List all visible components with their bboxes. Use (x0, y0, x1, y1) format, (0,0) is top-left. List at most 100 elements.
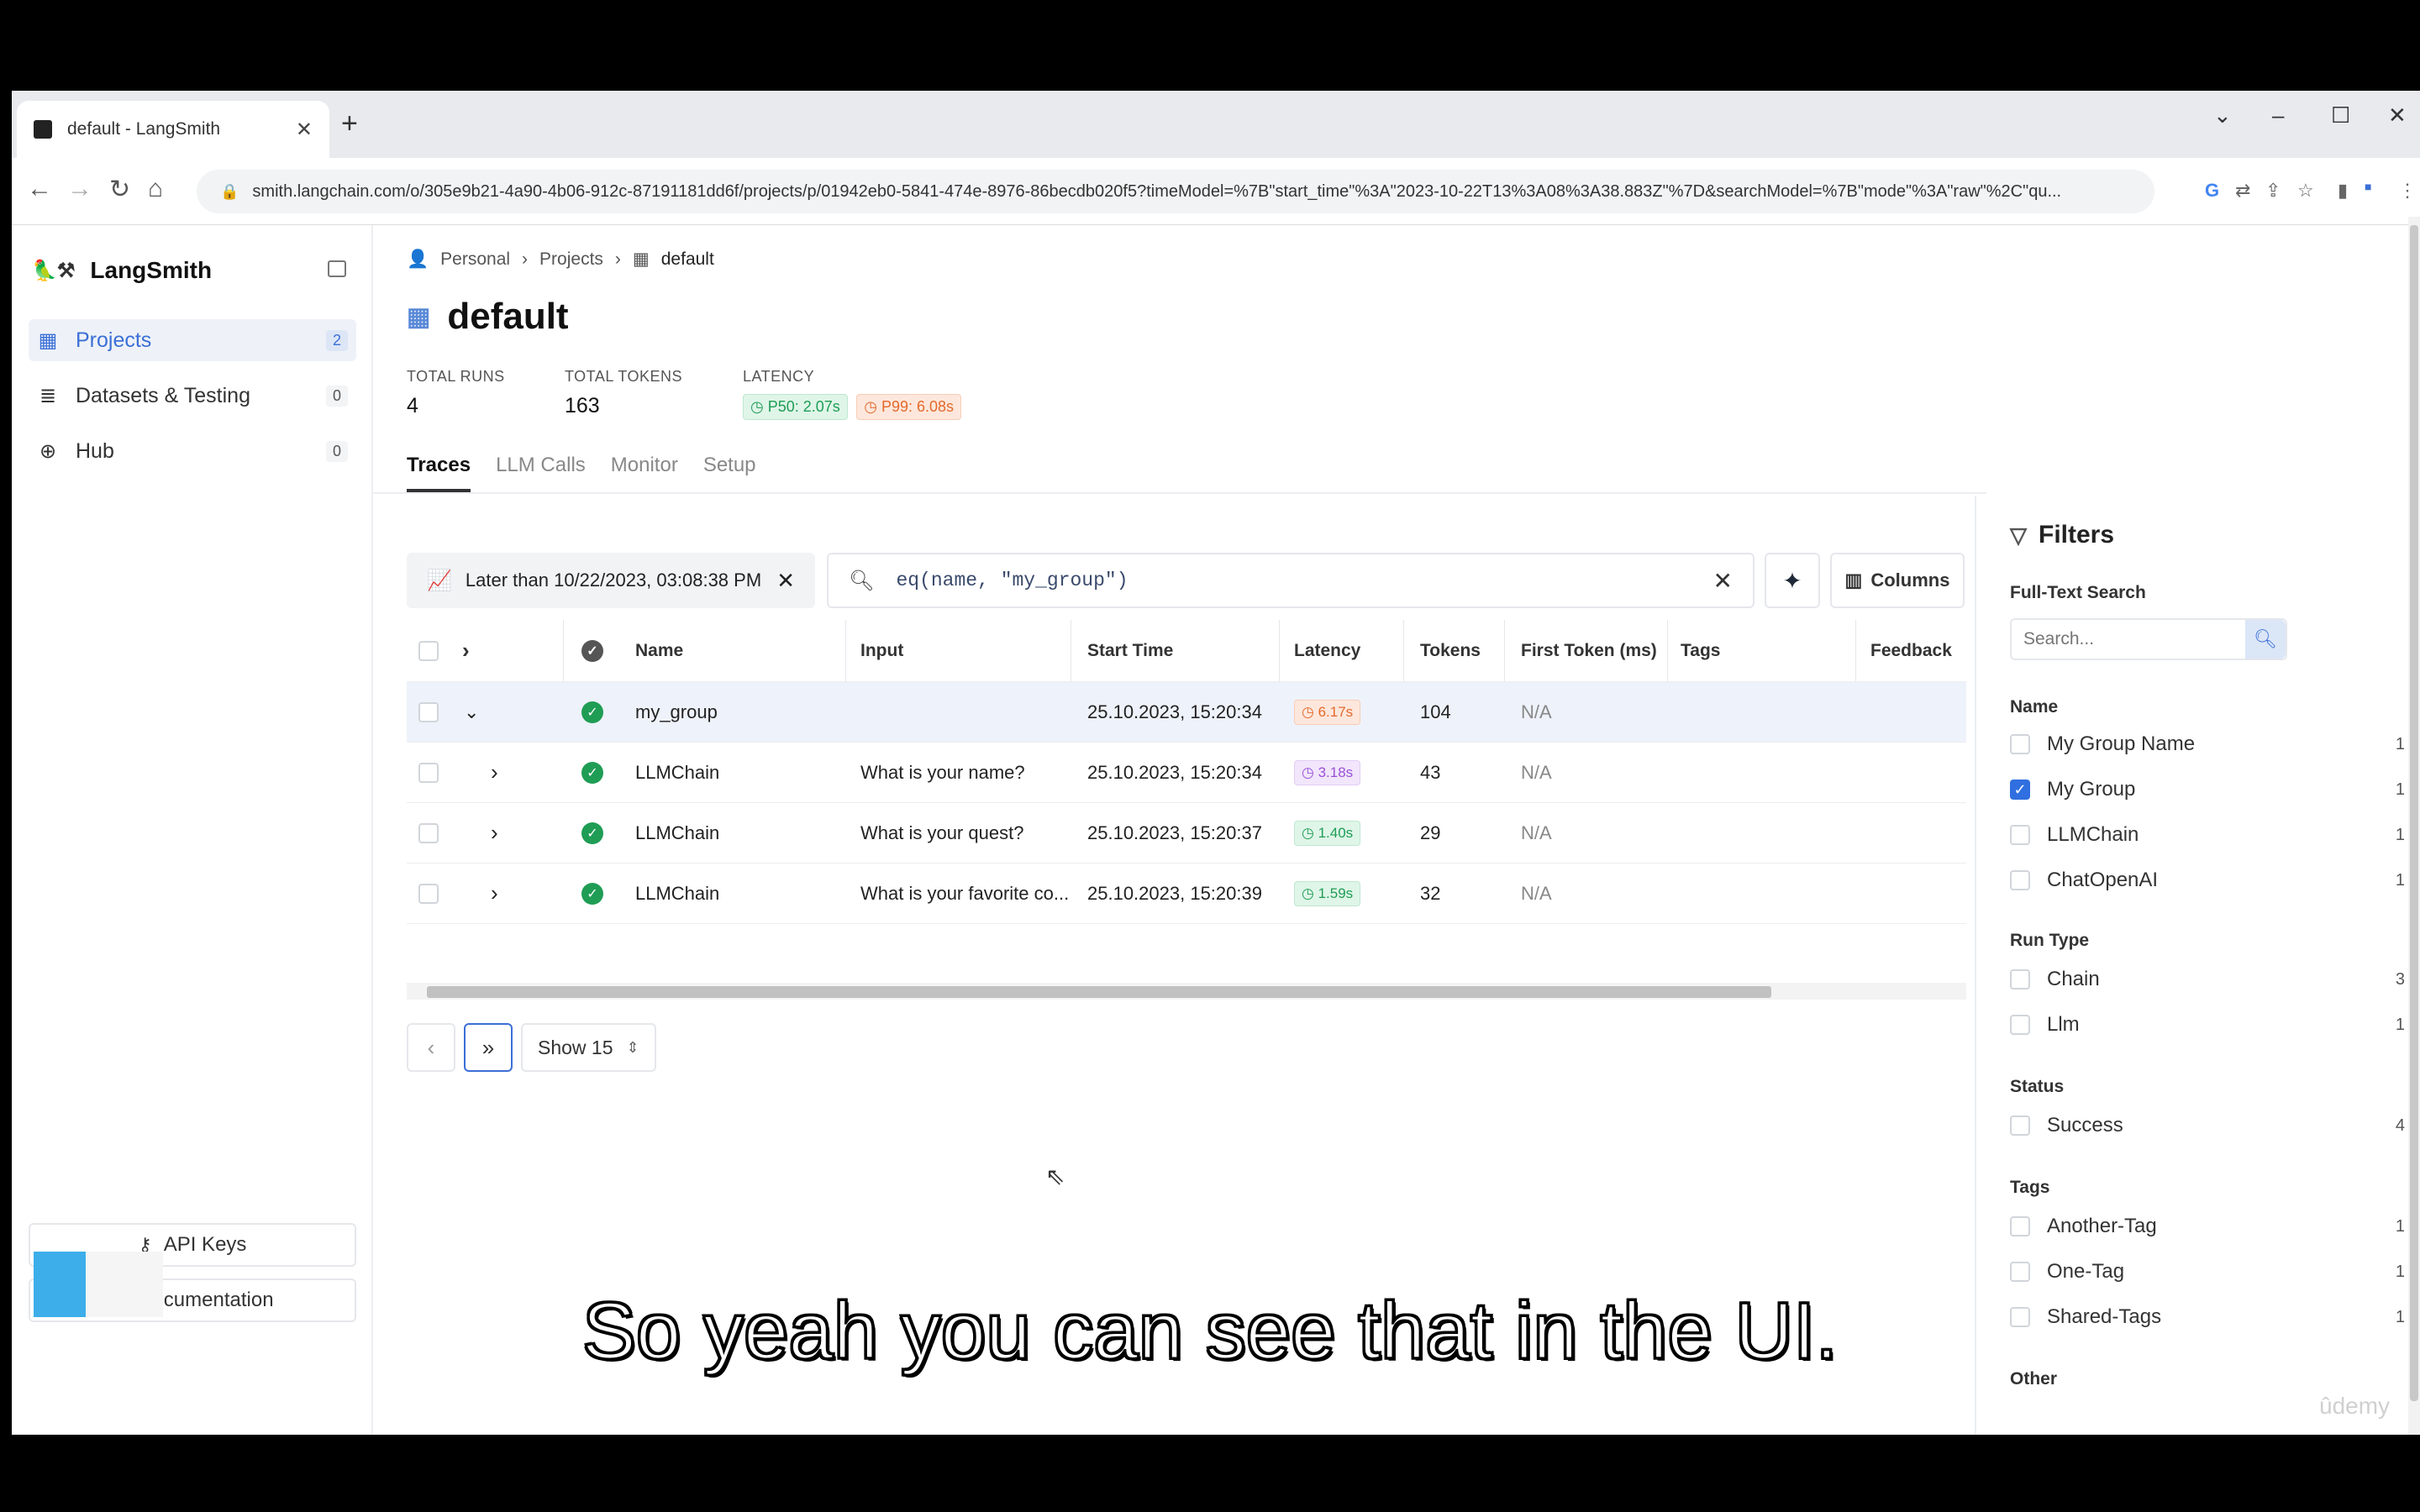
cell-first-token: N/A (1521, 822, 1552, 843)
table-row[interactable]: › ✓ LLMChain What is your favorite co...… (407, 864, 1966, 924)
expand-all-icon[interactable]: › (462, 620, 470, 681)
tab-llm-calls[interactable]: LLM Calls (496, 454, 586, 492)
scrollbar-thumb[interactable] (2410, 225, 2418, 1401)
row-checkbox[interactable] (418, 682, 439, 742)
row-checkbox[interactable] (418, 864, 439, 923)
search-query: eq(name, "my_group") (896, 570, 1128, 591)
filter-checkbox[interactable] (2010, 969, 2030, 990)
filter-checkbox[interactable] (2010, 734, 2030, 754)
side-panel-icon[interactable]: ▮ (2338, 180, 2348, 202)
sidebar-item-hub[interactable]: ⊕ Hub 0 (29, 430, 356, 472)
cell-latency: ◷ 3.18s (1294, 743, 1361, 802)
filter-checkbox-checked[interactable]: ✓ (2010, 780, 2030, 800)
browser-tab[interactable]: default - LangSmith ✕ (17, 101, 329, 158)
tab-setup[interactable]: Setup (703, 454, 756, 492)
last-page-button[interactable]: » (464, 1023, 513, 1072)
project-tabs: Traces LLM Calls Monitor Setup (407, 454, 781, 492)
tab-traces[interactable]: Traces (407, 454, 471, 492)
filter-option-success[interactable]: Success 4 (2010, 1109, 2405, 1142)
column-separator (1279, 620, 1280, 682)
filter-checkbox[interactable] (2010, 1262, 2030, 1282)
filter-checkbox[interactable] (2010, 1216, 2030, 1236)
tab-search-chevron-icon[interactable]: ⌄ (2213, 102, 2232, 129)
filter-option-my-group-name[interactable]: My Group Name 1 (2010, 727, 2405, 761)
header-first-token[interactable]: First Token (ms) (1521, 620, 1657, 681)
filter-checkbox[interactable] (2010, 870, 2030, 890)
search-input[interactable]: 🔍︎ eq(name, "my_group") ✕ (827, 553, 1754, 608)
header-feedback[interactable]: Feedback (1870, 620, 1952, 681)
address-bar[interactable]: 🔒 smith.langchain.com/o/305e9b21-4a90-4b… (197, 170, 2154, 213)
sidebar-item-projects[interactable]: ▦ Projects 2 (29, 319, 356, 361)
filter-checkbox[interactable] (2010, 1015, 2030, 1035)
expand-row-icon[interactable]: › (491, 743, 498, 802)
maximize-icon[interactable]: ☐ (2331, 102, 2350, 129)
extension-icon[interactable]: ■ (2365, 180, 2371, 193)
latency-value: 1.59s (1318, 885, 1354, 901)
tab-monitor[interactable]: Monitor (611, 454, 678, 492)
breadcrumb-projects[interactable]: Projects (539, 249, 603, 270)
filter-option-count: 1 (2395, 1216, 2405, 1236)
page-size-select[interactable]: Show 15 ⇕ (521, 1023, 656, 1072)
table-row[interactable]: › ✓ LLMChain What is your quest? 25.10.2… (407, 803, 1966, 864)
google-icon[interactable]: G (2205, 180, 2219, 202)
filter-option-llmchain[interactable]: LLMChain 1 (2010, 818, 2405, 852)
share-icon[interactable]: ⇪ (2265, 180, 2281, 202)
scrollbar-thumb[interactable] (427, 986, 1771, 998)
header-tokens[interactable]: Tokens (1420, 620, 1481, 681)
collapse-row-icon[interactable]: ⌄ (464, 682, 479, 742)
back-icon[interactable]: ← (27, 175, 52, 203)
filter-option-count: 1 (2395, 825, 2405, 844)
header-name[interactable]: Name (635, 620, 683, 681)
expand-row-icon[interactable]: › (491, 803, 498, 863)
filter-option-label: Llm (2047, 1013, 2080, 1036)
latency-badge: ◷ 1.59s (1294, 880, 1361, 906)
clear-search-icon[interactable]: ✕ (1713, 567, 1733, 595)
filter-option-my-group[interactable]: ✓ My Group 1 (2010, 773, 2405, 806)
filter-option-another-tag[interactable]: Another-Tag 1 (2010, 1210, 2405, 1243)
row-checkbox[interactable] (418, 803, 439, 863)
prev-page-button[interactable]: ‹ (407, 1023, 455, 1072)
total-runs-value: 4 (407, 394, 418, 417)
table-row[interactable]: › ✓ LLMChain What is your name? 25.10.20… (407, 743, 1966, 803)
filter-option-one-tag[interactable]: One-Tag 1 (2010, 1255, 2405, 1289)
expand-row-icon[interactable]: › (491, 864, 498, 923)
close-window-icon[interactable]: ✕ (2388, 102, 2407, 129)
reload-icon[interactable]: ↻ (109, 175, 130, 204)
bookmark-star-icon[interactable]: ☆ (2297, 180, 2314, 202)
filter-option-chatopenai[interactable]: ChatOpenAI 1 (2010, 864, 2405, 897)
filter-checkbox[interactable] (2010, 825, 2030, 845)
close-tab-icon[interactable]: ✕ (296, 118, 313, 142)
magic-wand-button[interactable]: ✦ (1765, 553, 1820, 608)
time-filter-chip[interactable]: 📈 Later than 10/22/2023, 03:08:38 PM ✕ (407, 553, 815, 608)
forward-icon[interactable]: → (67, 175, 92, 203)
breadcrumb-personal[interactable]: Personal (440, 249, 510, 270)
fulltext-search-label: Full-Text Search (2010, 583, 2146, 602)
filter-option-llm[interactable]: Llm 1 (2010, 1008, 2405, 1042)
collapse-sidebar-icon[interactable] (328, 260, 346, 277)
translate-icon[interactable]: ⇄ (2235, 180, 2250, 202)
filter-checkbox[interactable] (2010, 1116, 2030, 1136)
table-row[interactable]: ⌄ ✓ my_group 25.10.2023, 15:20:34 ◷ 6.17… (407, 682, 1966, 743)
success-icon: ✓ (581, 682, 603, 742)
minimize-icon[interactable]: – (2272, 102, 2284, 129)
row-checkbox[interactable] (418, 743, 439, 802)
database-icon: ≣ (39, 384, 57, 407)
vertical-scrollbar[interactable] (2408, 217, 2420, 1435)
clear-time-filter-icon[interactable]: ✕ (776, 568, 795, 594)
header-latency[interactable]: Latency (1294, 620, 1360, 681)
header-tags[interactable]: Tags (1681, 620, 1720, 681)
p99-badge: ◷ P99: 6.08s (856, 394, 962, 420)
filter-option-chain[interactable]: Chain 3 (2010, 963, 2405, 996)
menu-dots-icon[interactable]: ⋮ (2398, 180, 2417, 202)
header-input[interactable]: Input (860, 620, 903, 681)
new-tab-icon[interactable]: + (341, 108, 358, 140)
columns-button[interactable]: ▥ Columns (1830, 553, 1965, 608)
column-separator (1504, 620, 1505, 682)
header-start-time[interactable]: Start Time (1087, 620, 1173, 681)
brand[interactable]: 🦜⚒ LangSmith (32, 257, 212, 284)
sidebar-item-datasets[interactable]: ≣ Datasets & Testing 0 (29, 375, 356, 417)
fulltext-search-button[interactable]: 🔍︎ (2245, 620, 2286, 659)
select-all-checkbox[interactable] (418, 620, 439, 681)
horizontal-scrollbar[interactable] (407, 983, 1966, 1000)
home-icon[interactable]: ⌂ (148, 175, 163, 203)
